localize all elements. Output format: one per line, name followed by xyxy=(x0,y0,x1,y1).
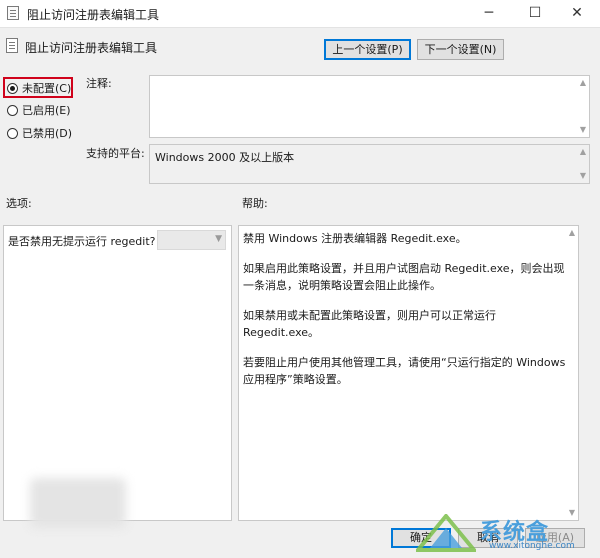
radio-icon xyxy=(7,82,18,94)
options-panel xyxy=(3,225,232,521)
previous-setting-button[interactable]: 上一个设置(P) xyxy=(324,39,411,60)
title-bar: 阻止访问注册表编辑工具 ─ ☐ ✕ xyxy=(0,0,600,28)
radio-disabled[interactable]: 已禁用(D) xyxy=(7,124,72,142)
radio-label: 已禁用(D) xyxy=(22,127,73,140)
scroll-down-icon[interactable]: ▼ xyxy=(579,126,587,134)
scroll-up-icon[interactable]: ▲ xyxy=(579,79,587,87)
policy-setting-icon xyxy=(6,38,18,53)
scroll-down-icon: ▼ xyxy=(579,171,587,180)
option-setting-label: 是否禁用无提示运行 regedit? xyxy=(8,235,156,248)
radio-enabled[interactable]: 已启用(E) xyxy=(7,101,71,119)
help-text: 禁用 Windows 注册表编辑器 Regedit.exe。 如果启用此策略设置… xyxy=(243,230,573,401)
obscured-area xyxy=(30,478,126,528)
chevron-down-icon: ▼ xyxy=(215,234,222,244)
help-paragraph: 禁用 Windows 注册表编辑器 Regedit.exe。 xyxy=(243,232,467,245)
options-label: 选项: xyxy=(6,197,32,210)
minimize-button[interactable]: ─ xyxy=(466,0,512,27)
window-title: 阻止访问注册表编辑工具 xyxy=(27,8,160,22)
help-label: 帮助: xyxy=(242,197,268,210)
help-paragraph: 如果启用此策略设置，并且用户试图启动 Regedit.exe，则会出现一条消息，… xyxy=(243,262,565,292)
radio-icon xyxy=(7,104,18,116)
platform-label: 支持的平台: xyxy=(86,147,145,160)
platform-value: Windows 2000 及以上版本 xyxy=(155,151,295,164)
policy-setting-icon xyxy=(7,6,19,20)
comment-label: 注释: xyxy=(86,77,112,90)
help-paragraph: 若要阻止用户使用其他管理工具，请使用“只运行指定的 Windows 应用程序”策… xyxy=(243,356,566,386)
setting-title: 阻止访问注册表编辑工具 xyxy=(25,41,158,55)
scroll-down-icon[interactable]: ▼ xyxy=(568,509,576,517)
next-setting-button[interactable]: 下一个设置(N) xyxy=(417,39,504,60)
radio-label: 未配置(C) xyxy=(22,82,72,95)
radio-icon xyxy=(7,127,18,139)
scroll-up-icon: ▲ xyxy=(579,147,587,156)
watermark-url: www.xitonghe.com xyxy=(489,541,575,551)
radio-label: 已启用(E) xyxy=(22,104,71,117)
radio-not-configured[interactable]: 未配置(C) xyxy=(7,79,71,97)
platform-field: Windows 2000 及以上版本 ▲ ▼ xyxy=(149,144,590,184)
maximize-button[interactable]: ☐ xyxy=(512,0,558,27)
comment-textarea[interactable]: ▲ ▼ xyxy=(149,75,590,138)
no-prompt-dropdown[interactable]: ▼ xyxy=(157,230,226,250)
close-button[interactable]: ✕ xyxy=(554,0,600,27)
watermark-logo-icon xyxy=(416,514,476,552)
help-paragraph: 如果禁用或未配置此策略设置，则用户可以正常运行 Regedit.exe。 xyxy=(243,309,496,339)
